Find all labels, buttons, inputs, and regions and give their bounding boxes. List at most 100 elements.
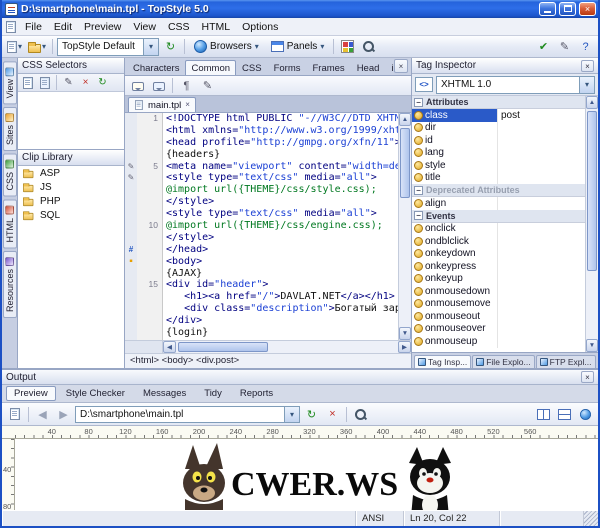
code-line[interactable]: <html xmlns="http://www.w3.org/1999/xht xyxy=(125,125,398,137)
attribute-row[interactable]: title xyxy=(412,172,585,185)
code-line[interactable]: 10@import url({THEME}/css/engine.css); xyxy=(125,220,398,232)
code-line[interactable]: <head profile="http://gmpg.org/xfn/11"> xyxy=(125,137,398,149)
scrollbar-thumb[interactable] xyxy=(587,111,597,271)
scrollbar-thumb[interactable] xyxy=(178,342,268,352)
file-tab-close-icon[interactable]: × xyxy=(185,101,190,109)
close-button[interactable]: × xyxy=(579,2,596,16)
attribute-row[interactable]: lang xyxy=(412,147,585,160)
scrollbar-track[interactable] xyxy=(399,126,411,327)
zoom-button[interactable] xyxy=(351,405,370,424)
doctype-combo[interactable]: XHTML 1.0 ▾ xyxy=(436,76,595,94)
code-line[interactable]: 15<div id="header"> xyxy=(125,279,398,291)
doctype-dropdown-icon[interactable]: ▾ xyxy=(579,77,594,93)
blockquote-button[interactable] xyxy=(149,76,168,95)
attribute-row[interactable]: onkeypress xyxy=(412,260,585,273)
attribute-row[interactable]: onkeydown xyxy=(412,248,585,261)
edit-mode-button[interactable]: ✎ xyxy=(555,37,574,56)
scrollbar-thumb[interactable] xyxy=(400,128,410,198)
output-tab-reports[interactable]: Reports xyxy=(232,386,281,401)
code-line[interactable]: {login} xyxy=(125,327,398,339)
attribute-row[interactable]: onmouseout xyxy=(412,310,585,323)
clip-library-list[interactable]: ASPJSPHPSQL xyxy=(18,166,124,368)
document-menu-icon[interactable] xyxy=(6,21,16,33)
insert-tab-head[interactable]: Head xyxy=(351,60,386,75)
attribute-row[interactable]: style xyxy=(412,159,585,172)
attribute-value[interactable] xyxy=(497,223,585,236)
file-tab-maintpl[interactable]: main.tpl × xyxy=(128,97,196,112)
tag-path[interactable]: <html> <body> <div.post> xyxy=(125,353,411,368)
code-line[interactable]: <style type="text/css" media="all"> xyxy=(125,208,398,220)
tag-inspector-close-button[interactable]: × xyxy=(581,60,594,72)
attribute-row[interactable]: dir xyxy=(412,122,585,135)
insert-tab-characters[interactable]: Characters xyxy=(127,60,185,75)
code-line[interactable]: </div> xyxy=(125,315,398,327)
css-selectors-list[interactable] xyxy=(18,92,124,149)
resize-grip[interactable] xyxy=(584,511,598,526)
code-line[interactable]: {AJAX} xyxy=(125,268,398,280)
new-at-rule-button[interactable] xyxy=(37,75,52,90)
code-line[interactable]: @import url({THEME}/css/style.css); xyxy=(125,184,398,196)
attribute-value[interactable] xyxy=(497,159,585,172)
clip-item-sql[interactable]: SQL xyxy=(18,208,124,222)
delete-selector-button[interactable]: × xyxy=(78,75,93,90)
refresh-styles-button[interactable]: ↻ xyxy=(161,37,180,56)
code-line[interactable]: 1<!DOCTYPE html PUBLIC "-//W3C//DTD XHTM xyxy=(125,113,398,125)
address-combo[interactable]: D:\smartphone\main.tpl ▾ xyxy=(75,406,300,423)
collapse-icon[interactable]: − xyxy=(414,98,423,107)
attribute-value[interactable] xyxy=(497,134,585,147)
code-line[interactable]: ▪<body> xyxy=(125,256,398,268)
insert-tab-common[interactable]: Common xyxy=(185,60,236,75)
style-selector-dropdown-icon[interactable]: ▾ xyxy=(143,39,158,55)
attribute-value[interactable] xyxy=(497,285,585,298)
find-button[interactable] xyxy=(359,37,378,56)
side-tab-css[interactable]: CSS xyxy=(3,154,17,197)
style-selector-combo[interactable]: TopStyle Default ▾ xyxy=(57,38,159,56)
attribute-row[interactable]: ondblclick xyxy=(412,235,585,248)
panels-button[interactable]: Panels ▾ xyxy=(266,37,330,56)
menu-item-view[interactable]: View xyxy=(127,19,162,35)
open-file-button[interactable]: ▾ xyxy=(26,37,48,56)
insert-tab-iwebkit[interactable]: iWebKit xyxy=(385,60,393,75)
clip-item-php[interactable]: PHP xyxy=(18,194,124,208)
side-tab-html[interactable]: HTML xyxy=(3,200,17,249)
clip-item-js[interactable]: JS xyxy=(18,180,124,194)
menu-item-css[interactable]: CSS xyxy=(162,19,196,35)
attribute-value[interactable] xyxy=(497,310,585,323)
split-horizontal-button[interactable] xyxy=(534,405,553,424)
comment-button[interactable] xyxy=(128,76,147,95)
menu-item-edit[interactable]: Edit xyxy=(48,19,78,35)
title-bar[interactable]: D:\smartphone\main.tpl - TopStyle 5.0 × xyxy=(2,0,598,18)
scroll-down-button[interactable]: ▼ xyxy=(399,327,411,340)
attribute-row[interactable]: classpost xyxy=(412,109,585,122)
split-vertical-button[interactable] xyxy=(555,405,574,424)
code-line[interactable]: #</head> xyxy=(125,244,398,256)
help-button[interactable]: ? xyxy=(576,37,595,56)
side-tab-resources[interactable]: Resources xyxy=(3,251,17,318)
side-tab-view[interactable]: View xyxy=(3,61,17,104)
clip-item-asp[interactable]: ASP xyxy=(18,166,124,180)
output-tab-stylechecker[interactable]: Style Checker xyxy=(58,386,133,401)
collapse-icon[interactable]: − xyxy=(414,211,423,220)
output-tab-tidy[interactable]: Tidy xyxy=(196,386,230,401)
attribute-value[interactable] xyxy=(497,122,585,135)
attribute-value[interactable] xyxy=(497,273,585,286)
scroll-left-button[interactable]: ◀ xyxy=(163,341,176,353)
editor-horizontal-scrollbar[interactable]: ◀ ▶ xyxy=(125,340,411,353)
attribute-value[interactable] xyxy=(497,335,585,348)
attribute-row[interactable]: onclick xyxy=(412,223,585,236)
code-rows[interactable]: 1<!DOCTYPE html PUBLIC "-//W3C//DTD XHTM… xyxy=(125,113,398,340)
attribute-value[interactable] xyxy=(497,197,585,210)
attribute-value[interactable] xyxy=(497,248,585,261)
code-line[interactable]: {headers} xyxy=(125,149,398,161)
editor-vertical-scrollbar[interactable]: ▲ ▼ xyxy=(398,113,411,340)
attribute-value[interactable] xyxy=(497,172,585,185)
attribute-row[interactable]: onmouseup xyxy=(412,335,585,348)
panel-tab-taginsp[interactable]: Tag Insp... xyxy=(414,355,471,368)
attribute-value[interactable] xyxy=(497,235,585,248)
code-line[interactable]: <div class="description">Богатый зар xyxy=(125,303,398,315)
app-icon[interactable] xyxy=(5,3,18,16)
menu-item-options[interactable]: Options xyxy=(236,19,284,35)
menu-item-preview[interactable]: Preview xyxy=(78,19,127,35)
preview-page-button[interactable] xyxy=(5,405,24,424)
new-document-button[interactable]: ▾ xyxy=(5,37,24,56)
